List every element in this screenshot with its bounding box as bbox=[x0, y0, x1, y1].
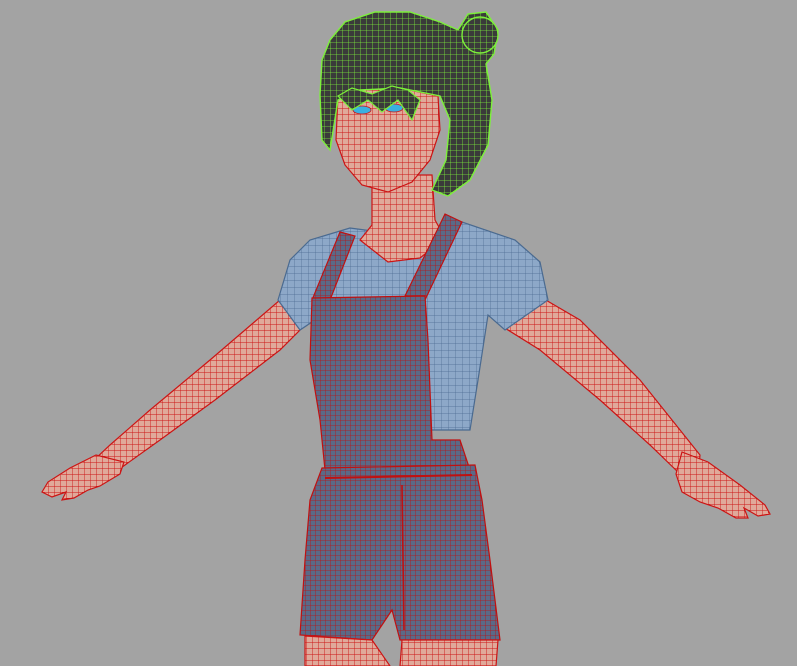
3d-viewport[interactable] bbox=[0, 0, 797, 666]
right-arm-mesh bbox=[499, 284, 771, 519]
legs-mesh bbox=[304, 635, 499, 666]
left-arm-mesh bbox=[41, 289, 306, 501]
character-wireframe-render bbox=[41, 11, 771, 666]
